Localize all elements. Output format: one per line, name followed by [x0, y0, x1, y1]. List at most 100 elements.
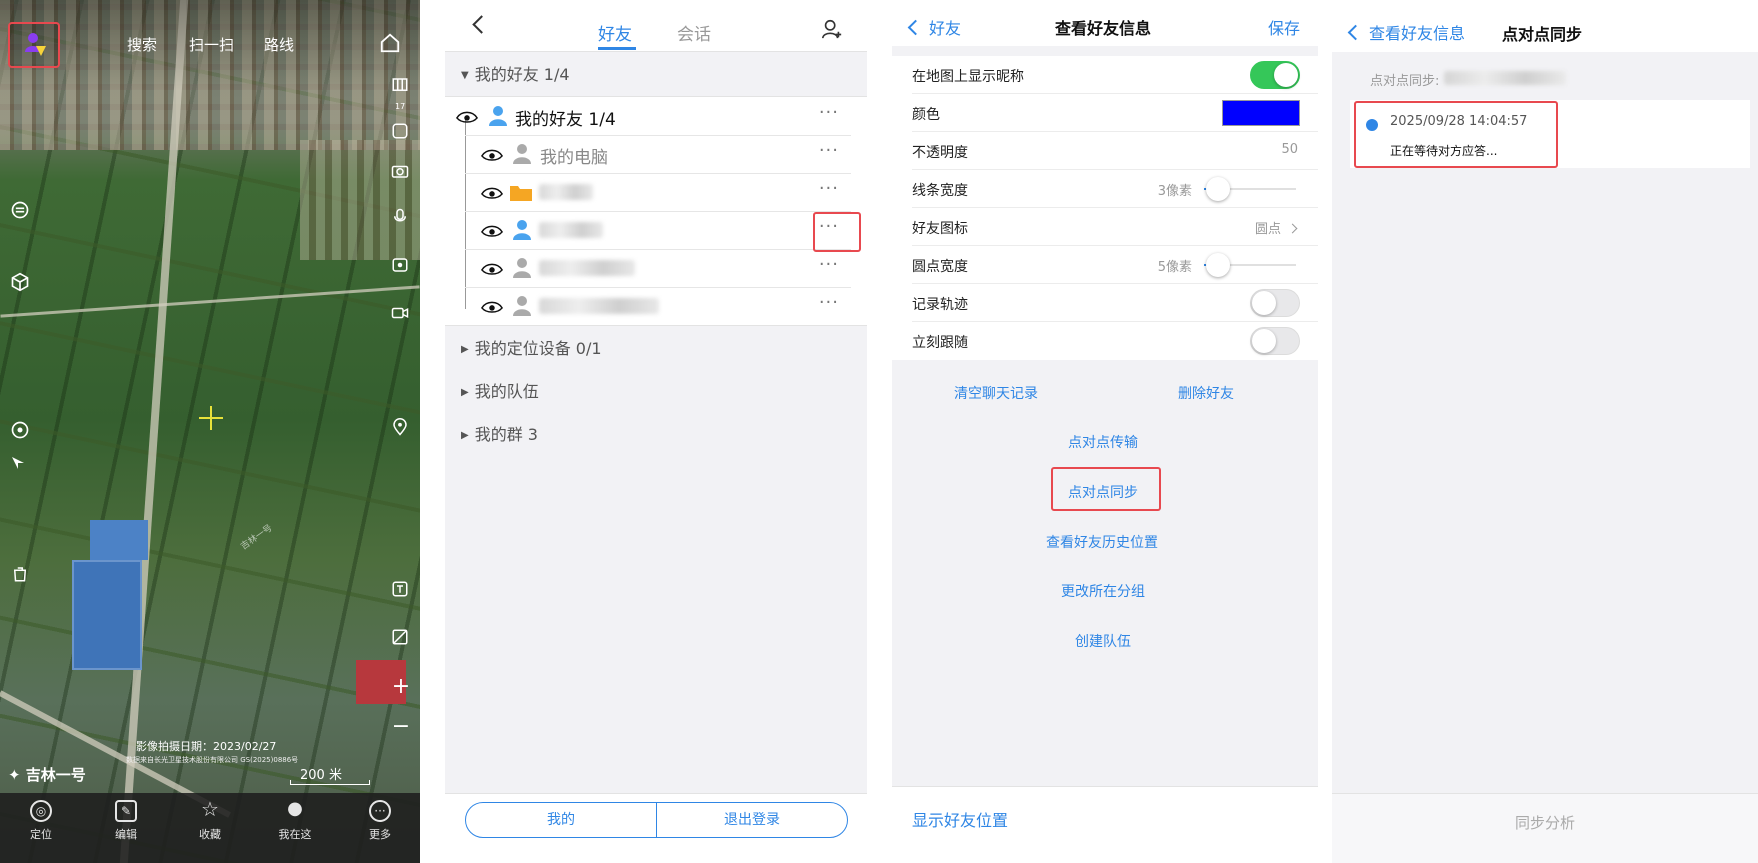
- sync-label: 点对点同步:: [1370, 74, 1440, 89]
- imagery-date: 影像拍摄日期：2023/02/27: [136, 740, 277, 753]
- tab-chat[interactable]: 会话: [677, 20, 711, 45]
- folder-icon: [510, 186, 532, 201]
- more-options-button[interactable]: ···: [819, 140, 839, 161]
- blurred-name: [539, 298, 659, 314]
- color-swatch[interactable]: [1222, 100, 1300, 126]
- show-friend-location-button[interactable]: 显示好友位置: [912, 807, 1008, 831]
- friend-row-folder[interactable]: ···: [445, 173, 867, 211]
- back-button[interactable]: 查看好友信息: [1347, 20, 1465, 44]
- slider-thumb[interactable]: [1206, 253, 1230, 277]
- screenshot-icon[interactable]: [388, 256, 412, 280]
- opacity-value[interactable]: 50: [1281, 142, 1298, 157]
- row-label: 记录轨迹: [912, 297, 968, 313]
- eye-icon[interactable]: [481, 299, 503, 315]
- compass-icon[interactable]: [6, 454, 30, 478]
- eye-icon[interactable]: [481, 223, 503, 239]
- delete-friend-button[interactable]: 删除好友: [1178, 383, 1234, 403]
- map-bottom-toolbar: ◎ 定位 ✎ 编辑 ☆ 收藏 ● 我在这 ··· 更多: [0, 793, 420, 863]
- microphone-icon[interactable]: [388, 208, 412, 232]
- building: [72, 560, 142, 670]
- friend-avatar-icon: [513, 220, 531, 240]
- record-track-toggle[interactable]: [1250, 289, 1300, 317]
- signal-icon[interactable]: [8, 200, 32, 224]
- friend-row[interactable]: ···: [445, 287, 867, 325]
- offline-avatar-icon: [513, 144, 531, 164]
- expanded-triangle-icon: ▼: [461, 69, 469, 81]
- group-devices[interactable]: ▶ 我的定位设备 0/1: [445, 328, 867, 370]
- eye-icon[interactable]: [456, 109, 478, 125]
- text-tool-icon[interactable]: [388, 580, 412, 604]
- p2p-sync-header: 查看好友信息 点对点同步: [1332, 0, 1758, 52]
- more-options-button[interactable]: ···: [819, 254, 839, 275]
- friend-avatar-icon: [489, 106, 507, 126]
- 3d-cube-icon[interactable]: [8, 272, 32, 296]
- location-marker-icon[interactable]: [388, 418, 412, 442]
- add-friend-icon[interactable]: [821, 18, 843, 40]
- group-teams[interactable]: ▶ 我的队伍: [445, 371, 867, 413]
- friend-row[interactable]: ···: [445, 249, 867, 287]
- p2p-transfer-button[interactable]: 点对点传输: [1068, 432, 1138, 452]
- sync-analysis-button[interactable]: 同步分析: [1332, 812, 1758, 833]
- row-friend-icon[interactable]: 好友图标 圆点: [892, 208, 1318, 246]
- fullscreen-icon[interactable]: [388, 122, 412, 146]
- video-icon[interactable]: [388, 304, 412, 328]
- line-width-slider[interactable]: [1204, 177, 1296, 201]
- eye-icon[interactable]: [481, 185, 503, 201]
- back-button[interactable]: 好友: [907, 15, 962, 39]
- map-panel[interactable]: 吉林一号 搜索 扫一扫 路线 17 + − 影像拍摄日期：2023/02/27 …: [0, 0, 420, 863]
- search-link[interactable]: 搜索: [127, 34, 157, 55]
- more-options-button[interactable]: ···: [819, 102, 839, 123]
- tab-locate[interactable]: ◎ 定位: [11, 800, 71, 842]
- zoom-out-button[interactable]: −: [386, 712, 416, 742]
- tab-i-am-here[interactable]: ● 我在这: [265, 800, 325, 842]
- more-options-button[interactable]: ···: [819, 292, 839, 313]
- back-label: 好友: [929, 19, 962, 38]
- collapsed-triangle-icon: ▶: [461, 343, 469, 355]
- show-nickname-toggle[interactable]: [1250, 61, 1300, 89]
- group-crowds[interactable]: ▶ 我的群 3: [445, 414, 867, 456]
- tab-more[interactable]: ··· 更多: [350, 800, 410, 842]
- tab-favorites[interactable]: ☆ 收藏: [180, 797, 240, 842]
- group-my-friends-label: 我的好友 1/4: [474, 65, 570, 84]
- page-title: 点对点同步: [1502, 25, 1583, 44]
- home-icon[interactable]: [378, 32, 402, 56]
- tab-friends[interactable]: 好友: [598, 20, 632, 45]
- friend-row-online[interactable]: ···: [445, 211, 867, 249]
- route-link[interactable]: 路线: [264, 34, 294, 55]
- row-label: 立刻跟随: [912, 335, 968, 351]
- row-follow-now: 立刻跟随: [892, 322, 1318, 360]
- group-my-friends[interactable]: ▼ 我的好友 1/4: [445, 54, 867, 96]
- settings-eye-icon[interactable]: [8, 420, 32, 444]
- row-dot-width: 圆点宽度 5像素: [892, 246, 1318, 284]
- follow-now-toggle[interactable]: [1250, 327, 1300, 355]
- map-crosshair: [199, 406, 223, 430]
- change-group-button[interactable]: 更改所在分组: [1061, 581, 1145, 601]
- save-button[interactable]: 保存: [1268, 15, 1300, 39]
- eye-icon[interactable]: [481, 261, 503, 277]
- scan-link[interactable]: 扫一扫: [189, 34, 234, 55]
- friend-row-my-computer[interactable]: 我的电脑 ···: [445, 135, 867, 173]
- mine-button[interactable]: 我的: [465, 802, 657, 838]
- friend-history-button[interactable]: 查看好友历史位置: [1046, 532, 1158, 552]
- trash-icon[interactable]: [8, 565, 32, 589]
- row-line-width: 线条宽度 3像素: [892, 170, 1318, 208]
- logout-button[interactable]: 退出登录: [656, 802, 848, 838]
- create-team-button[interactable]: 创建队伍: [1075, 631, 1131, 651]
- tab-favorites-label: 收藏: [199, 828, 221, 841]
- measure-icon[interactable]: [388, 628, 412, 652]
- clear-chat-button[interactable]: 清空聊天记录: [954, 383, 1038, 403]
- star-icon: ☆: [201, 797, 219, 821]
- dot-width-slider[interactable]: [1204, 253, 1296, 277]
- friend-group-row[interactable]: 我的好友 1/4 ···: [445, 97, 867, 135]
- zoom-in-button[interactable]: +: [386, 672, 416, 702]
- camera-icon[interactable]: [388, 162, 412, 186]
- back-icon[interactable]: [472, 15, 491, 34]
- imagery-logo: ✦ 吉林一号: [8, 766, 86, 784]
- map-layers-icon[interactable]: [388, 76, 412, 100]
- more-options-button[interactable]: ···: [819, 178, 839, 199]
- page-title: 查看好友信息: [1055, 19, 1152, 38]
- friends-button[interactable]: [8, 22, 60, 68]
- tab-edit[interactable]: ✎ 编辑: [96, 800, 156, 842]
- eye-icon[interactable]: [481, 147, 503, 163]
- slider-thumb[interactable]: [1206, 177, 1230, 201]
